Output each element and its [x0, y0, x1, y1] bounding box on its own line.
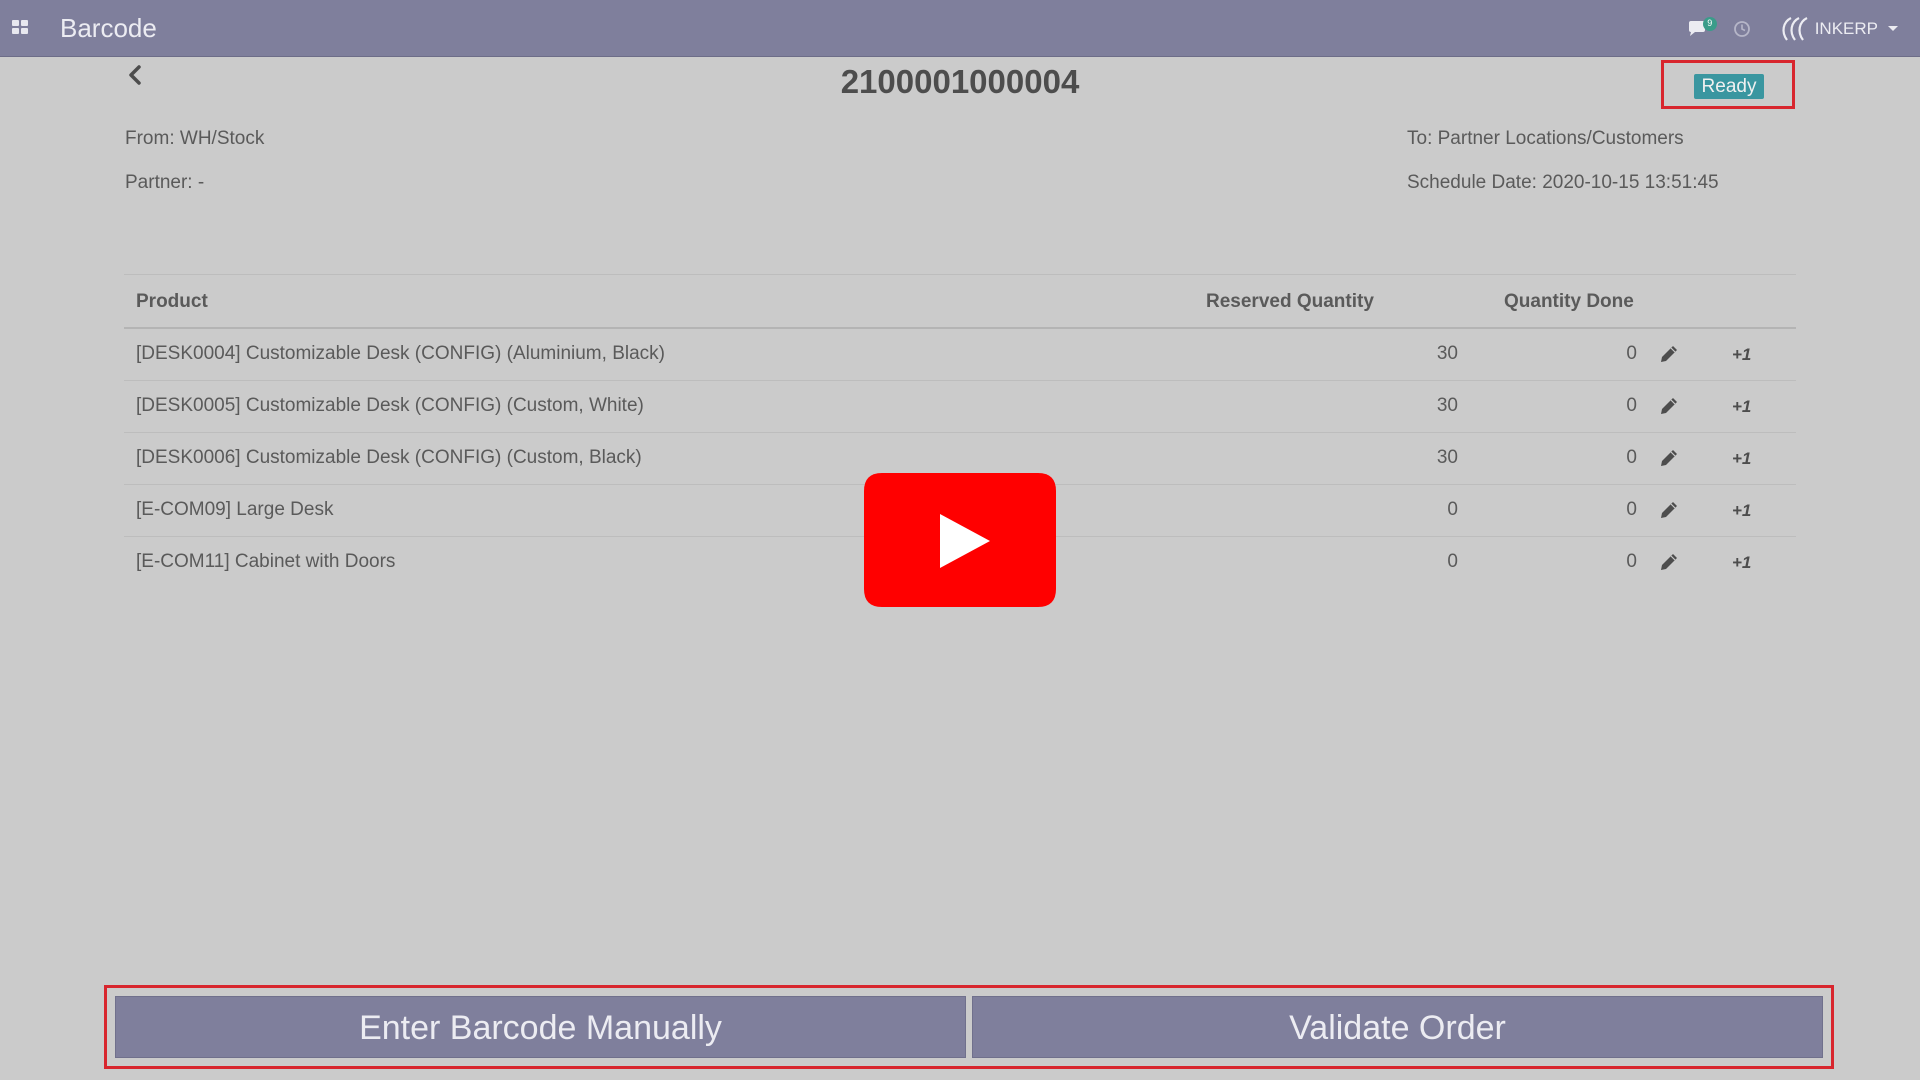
product-name: [E-COM09] Large Desk [136, 499, 334, 520]
quantity-done: 0 [1626, 551, 1637, 572]
caret-down-icon [1888, 26, 1898, 31]
clock-icon[interactable] [1733, 20, 1751, 38]
header-product: Product [136, 291, 208, 312]
quantity-done: 0 [1626, 343, 1637, 364]
picking-reference-title: 2100001000004 [840, 63, 1080, 100]
product-name: [DESK0005] Customizable Desk (CONFIG) (C… [136, 395, 644, 416]
schedule-date: Schedule Date: 2020-10-15 13:51:45 [1407, 172, 1719, 193]
video-play-button[interactable] [862, 471, 1058, 609]
chat-icon[interactable]: 9 [1685, 16, 1717, 41]
reserved-quantity: 30 [1436, 395, 1458, 416]
increment-button[interactable]: +1 [1732, 501, 1751, 521]
app-title[interactable]: Barcode [60, 13, 157, 44]
status-highlight-box: Ready [1661, 60, 1795, 109]
table-row[interactable]: [DESK0005] Customizable Desk (CONFIG) (C… [124, 381, 1796, 433]
table-header: Product Reserved Quantity Quantity Done [124, 274, 1796, 329]
increment-button[interactable]: +1 [1732, 449, 1751, 469]
validate-order-button[interactable]: Validate Order [972, 996, 1823, 1058]
quantity-done: 0 [1626, 447, 1637, 468]
enter-barcode-manually-button[interactable]: Enter Barcode Manually [115, 996, 966, 1058]
reserved-quantity: 30 [1436, 447, 1458, 468]
increment-button[interactable]: +1 [1732, 553, 1751, 573]
user-menu[interactable]: INKERP [1777, 16, 1898, 42]
increment-button[interactable]: +1 [1732, 345, 1751, 365]
user-name: INKERP [1814, 18, 1878, 38]
header-quantity-done: Quantity Done [1504, 291, 1634, 312]
destination-location: To: Partner Locations/Customers [1407, 128, 1684, 149]
table-row[interactable]: [DESK0004] Customizable Desk (CONFIG) (A… [124, 329, 1796, 381]
increment-button[interactable]: +1 [1732, 397, 1751, 417]
reserved-quantity: 0 [1447, 499, 1458, 520]
navbar-right-group: 9 INKERP [1685, 0, 1898, 57]
quantity-done: 0 [1626, 395, 1637, 416]
top-navbar: Barcode 9 INKERP [0, 0, 1920, 57]
apps-grid-icon[interactable] [12, 20, 28, 34]
actions-highlight-box: Enter Barcode Manually Validate Order [104, 985, 1834, 1069]
edit-pencil-icon[interactable] [1658, 499, 1680, 521]
chat-count-badge: 9 [1702, 16, 1717, 31]
edit-pencil-icon[interactable] [1658, 551, 1680, 573]
product-name: [E-COM11] Cabinet with Doors [136, 551, 396, 572]
status-badge: Ready [1694, 74, 1764, 99]
source-location: From: WH/Stock [125, 128, 265, 149]
header-reserved-quantity: Reserved Quantity [1206, 291, 1374, 312]
product-name: [DESK0006] Customizable Desk (CONFIG) (C… [136, 447, 642, 468]
partner-info: Partner: - [125, 172, 205, 193]
reserved-quantity: 30 [1436, 343, 1458, 364]
reserved-quantity: 0 [1447, 551, 1458, 572]
product-name: [DESK0004] Customizable Desk (CONFIG) (A… [136, 343, 665, 364]
edit-pencil-icon[interactable] [1658, 343, 1680, 365]
edit-pencil-icon[interactable] [1658, 447, 1680, 469]
quantity-done: 0 [1626, 499, 1637, 520]
edit-pencil-icon[interactable] [1658, 395, 1680, 417]
inkerp-logo-icon [1782, 16, 1808, 41]
